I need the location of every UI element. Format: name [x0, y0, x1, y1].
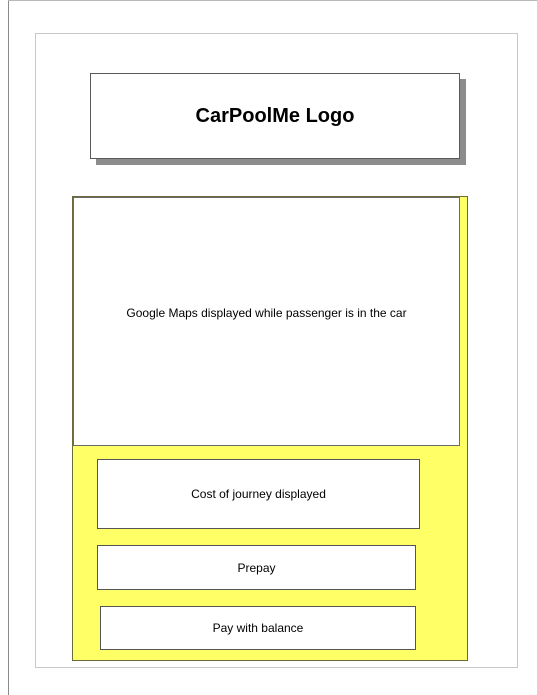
journey-cost-label: Cost of journey displayed	[191, 487, 326, 501]
wireframe-canvas: CarPoolMe Logo Google Maps displayed whi…	[0, 0, 537, 695]
prepay-button-label: Prepay	[237, 560, 276, 575]
page-left-border	[8, 0, 9, 695]
logo-text: CarPoolMe Logo	[195, 104, 355, 127]
page-top-border	[8, 0, 537, 1]
map-placeholder: Google Maps displayed while passenger is…	[73, 197, 460, 446]
pay-with-balance-button-label: Pay with balance	[212, 621, 304, 635]
map-description: Google Maps displayed while passenger is…	[126, 305, 407, 320]
pay-with-balance-button[interactable]: Pay with balance	[100, 606, 416, 650]
journey-cost-display: Cost of journey displayed	[97, 459, 420, 529]
prepay-button[interactable]: Prepay	[97, 545, 416, 590]
logo-placeholder: CarPoolMe Logo	[90, 73, 460, 159]
